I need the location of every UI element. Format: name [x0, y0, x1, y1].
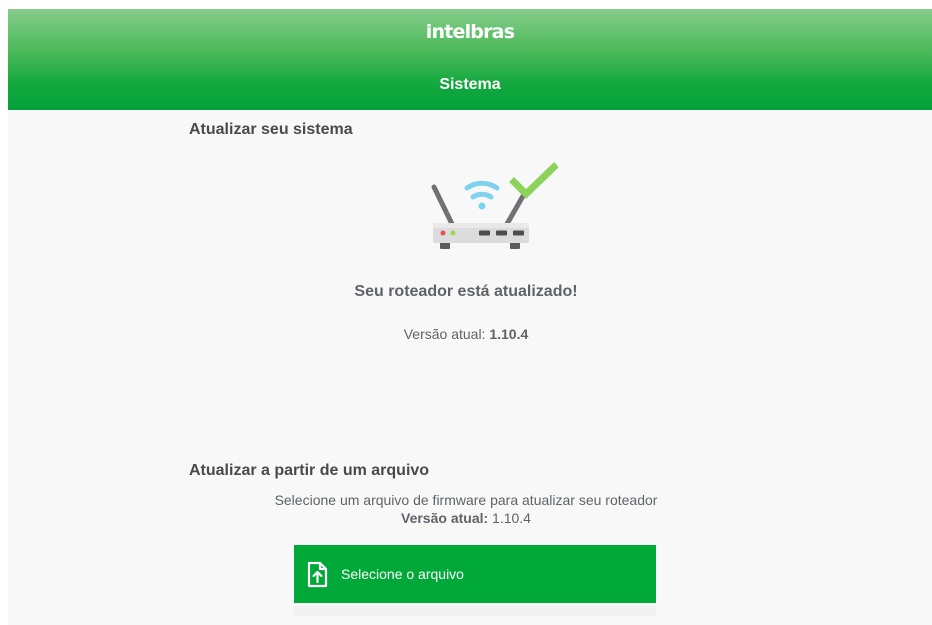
update-from-file-heading: Atualizar a partir de um arquivo [189, 462, 430, 479]
intelbras-logo: intelbras [425, 21, 515, 43]
header-bar: intelbras Sistema [8, 9, 932, 110]
app-frame: intelbras Sistema [8, 9, 932, 625]
firmware-description: Selecione um arquivo de firmware para at… [274, 492, 658, 508]
router-updated-icon [431, 162, 558, 249]
file-version-label: Versão atual: [401, 510, 489, 526]
current-version-value: 1.10.4 [489, 326, 529, 342]
page-title: Sistema [439, 76, 501, 93]
update-system-heading: Atualizar seu sistema [189, 121, 353, 138]
file-version-value: 1.10.4 [492, 510, 531, 526]
select-file-button[interactable]: Selecione o arquivo [294, 545, 656, 603]
current-version-label: Versão atual: [403, 326, 486, 342]
select-file-label: Selecione o arquivo [341, 566, 464, 582]
button-shadow-strip [294, 606, 656, 616]
update-status-message: Seu roteador está atualizado! [354, 283, 578, 300]
current-version: Versão atual: 1.10.4 [0, 326, 932, 342]
file-current-version: Versão atual: 1.10.4 [0, 510, 932, 526]
file-upload-icon [307, 561, 328, 587]
